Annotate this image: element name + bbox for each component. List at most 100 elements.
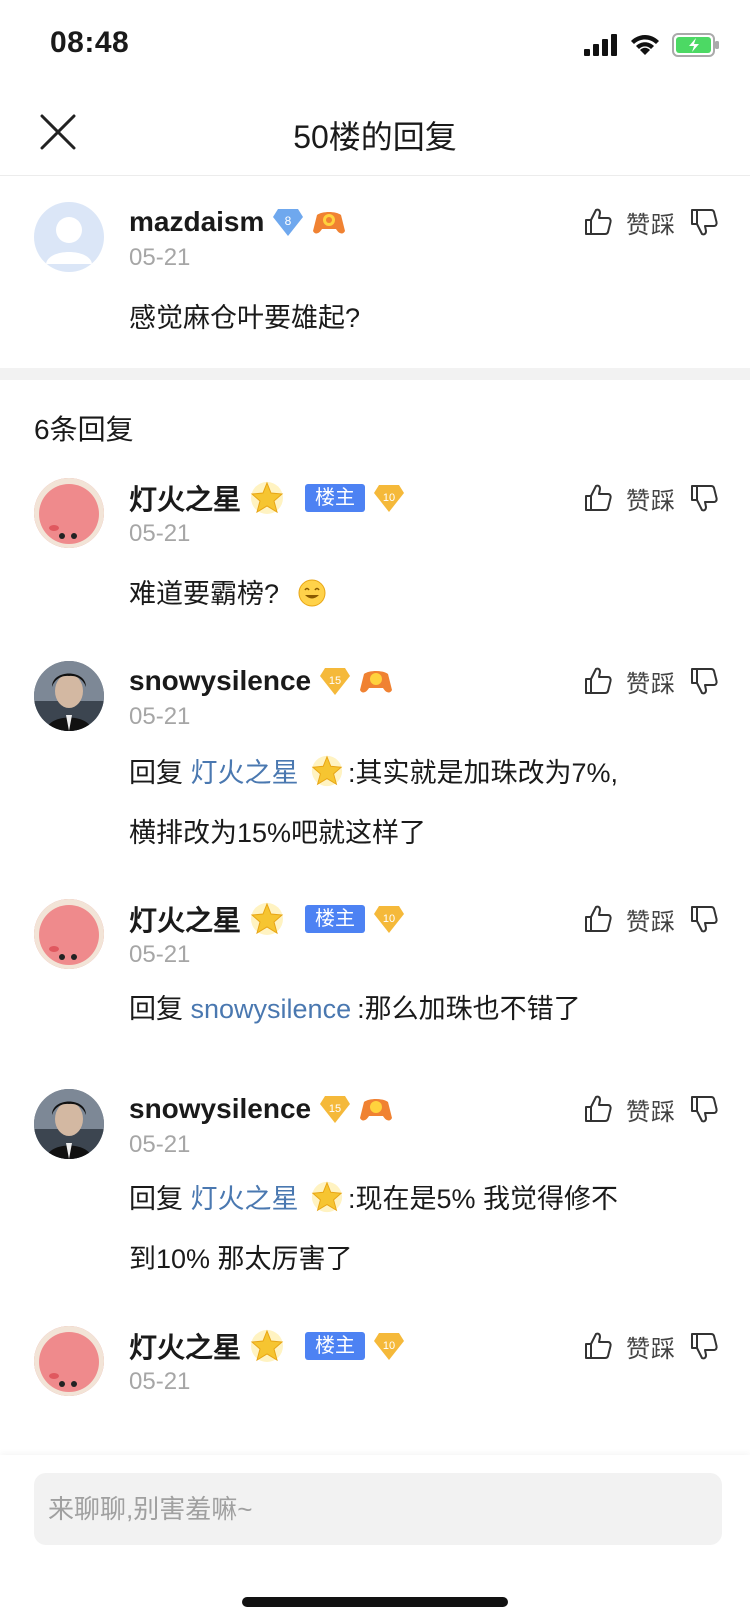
level-badge-icon: 10 xyxy=(374,906,405,933)
kirby-avatar-icon xyxy=(34,1326,104,1396)
game-badge-icon xyxy=(360,1099,393,1121)
username[interactable]: 灯火之星 xyxy=(129,478,241,518)
dislike-icon[interactable] xyxy=(688,1329,720,1363)
avatar[interactable] xyxy=(34,899,104,969)
comment-input-box[interactable] xyxy=(34,1473,722,1545)
like-label[interactable]: 赞 xyxy=(626,902,651,937)
level-badge-icon: 8 xyxy=(273,209,304,236)
reply-text: :那么加珠也不错了 xyxy=(357,994,581,1024)
reply-prefix: 回复 xyxy=(129,1184,191,1214)
reply-item: 灯火之星 楼主 10 05-21 赞踩 xyxy=(0,1326,750,1446)
star-badge-icon xyxy=(310,1180,344,1214)
star-badge-icon xyxy=(310,754,344,788)
username[interactable]: 灯火之星 xyxy=(129,899,241,939)
level-badge-icon: 10 xyxy=(374,1333,405,1360)
vote-actions: 赞踩 xyxy=(582,661,720,701)
reply-prefix: 回复 xyxy=(129,758,191,788)
reply-content: 回复 snowysilence:那么加珠也不错了 xyxy=(129,979,689,1039)
like-label[interactable]: 赞 xyxy=(626,1092,651,1127)
avatar[interactable] xyxy=(34,1326,104,1396)
svg-text:10: 10 xyxy=(383,492,395,504)
avatar[interactable] xyxy=(34,1089,104,1159)
reply-item: snowysilence 15 05-21 回复 灯火之星 :其实就是加珠改为7… xyxy=(0,661,750,861)
like-icon[interactable] xyxy=(582,1092,614,1126)
home-indicator[interactable] xyxy=(242,1597,508,1607)
game-badge-icon xyxy=(313,212,346,234)
reply-text: :现在是5% 我觉得修不 xyxy=(348,1184,619,1214)
dislike-icon[interactable] xyxy=(688,664,720,698)
dislike-label[interactable]: 踩 xyxy=(651,902,676,937)
vote-actions: 赞踩 xyxy=(582,202,720,242)
like-label[interactable]: 赞 xyxy=(626,664,651,699)
svg-text:10: 10 xyxy=(383,1340,395,1352)
avatar[interactable] xyxy=(34,202,104,272)
post-date: 05-21 xyxy=(129,244,191,271)
grin-emoji-icon xyxy=(298,579,326,607)
avatar[interactable] xyxy=(34,478,104,548)
dislike-label[interactable]: 踩 xyxy=(651,481,676,516)
wifi-icon xyxy=(631,35,659,55)
comment-input[interactable] xyxy=(48,1493,708,1525)
battery-icon xyxy=(672,33,719,57)
svg-text:10: 10 xyxy=(383,913,395,925)
reply-to-link[interactable]: 灯火之星 xyxy=(191,758,299,788)
username[interactable]: mazdaism xyxy=(129,206,264,238)
reply-date: 05-21 xyxy=(129,1368,191,1395)
reply-date: 05-21 xyxy=(129,1131,191,1158)
like-icon[interactable] xyxy=(582,205,614,239)
name-row: mazdaism 8 xyxy=(129,202,346,242)
signal-icon xyxy=(584,34,617,56)
reply-to-link[interactable]: snowysilence xyxy=(191,994,352,1024)
reply-text-line2: 到10% 那太厉害了 xyxy=(129,1244,353,1274)
section-divider xyxy=(0,368,750,380)
status-icons xyxy=(584,32,720,58)
person-avatar-icon xyxy=(34,1089,104,1159)
owner-tag: 楼主 xyxy=(305,1332,366,1360)
vote-actions: 赞踩 xyxy=(582,1326,720,1366)
dislike-icon[interactable] xyxy=(688,902,720,936)
name-row: snowysilence 15 xyxy=(129,661,393,701)
username[interactable]: snowysilence xyxy=(129,1093,311,1125)
like-icon[interactable] xyxy=(582,664,614,698)
reply-date: 05-21 xyxy=(129,941,191,968)
reply-date: 05-21 xyxy=(129,520,191,547)
reply-text-line2: 横排改为15%吧就这样了 xyxy=(129,818,427,848)
reply-item: snowysilence 15 05-21 回复 灯火之星 :现在是5% 我觉得… xyxy=(0,1089,750,1289)
username[interactable]: snowysilence xyxy=(129,665,311,697)
owner-tag: 楼主 xyxy=(305,484,366,512)
reply-date: 05-21 xyxy=(129,703,191,730)
level-badge-icon: 10 xyxy=(374,485,405,512)
level-badge-icon: 15 xyxy=(320,668,351,695)
vote-actions: 赞踩 xyxy=(582,478,720,518)
username[interactable]: 灯火之星 xyxy=(129,1326,241,1366)
reply-to-link[interactable]: 灯火之星 xyxy=(191,1184,299,1214)
avatar[interactable] xyxy=(34,661,104,731)
like-label[interactable]: 赞 xyxy=(626,1329,651,1364)
name-row: 灯火之星 楼主 10 xyxy=(129,478,405,518)
reply-prefix: 回复 xyxy=(129,994,191,1024)
owner-tag: 楼主 xyxy=(305,905,366,933)
reply-item: 灯火之星 楼主 10 05-21 难道要霸榜? 赞踩 xyxy=(0,478,750,618)
dislike-label[interactable]: 踩 xyxy=(651,205,676,240)
dislike-label[interactable]: 踩 xyxy=(651,1092,676,1127)
reply-text: 难道要霸榜? xyxy=(129,579,280,609)
dislike-label[interactable]: 踩 xyxy=(651,664,676,699)
like-label[interactable]: 赞 xyxy=(626,481,651,516)
svg-text:15: 15 xyxy=(329,675,341,687)
dislike-label[interactable]: 踩 xyxy=(651,1329,676,1364)
reply-count: 6条回复 xyxy=(34,414,134,445)
page-title: 50楼的回复 xyxy=(293,119,457,155)
like-icon[interactable] xyxy=(582,902,614,936)
dislike-icon[interactable] xyxy=(688,481,720,515)
dislike-icon[interactable] xyxy=(688,1092,720,1126)
dislike-icon[interactable] xyxy=(688,205,720,239)
status-bar: 08:48 xyxy=(0,0,750,90)
reply-content: 难道要霸榜? xyxy=(129,564,689,624)
like-icon[interactable] xyxy=(582,1329,614,1363)
post-content: 感觉麻仓叶要雄起? xyxy=(129,303,361,333)
like-icon[interactable] xyxy=(582,481,614,515)
star-badge-icon xyxy=(249,480,285,516)
reply-item: 灯火之星 楼主 10 05-21 回复 snowysilence:那么加珠也不错… xyxy=(0,899,750,1039)
like-label[interactable]: 赞 xyxy=(626,205,651,240)
vote-actions: 赞踩 xyxy=(582,899,720,939)
